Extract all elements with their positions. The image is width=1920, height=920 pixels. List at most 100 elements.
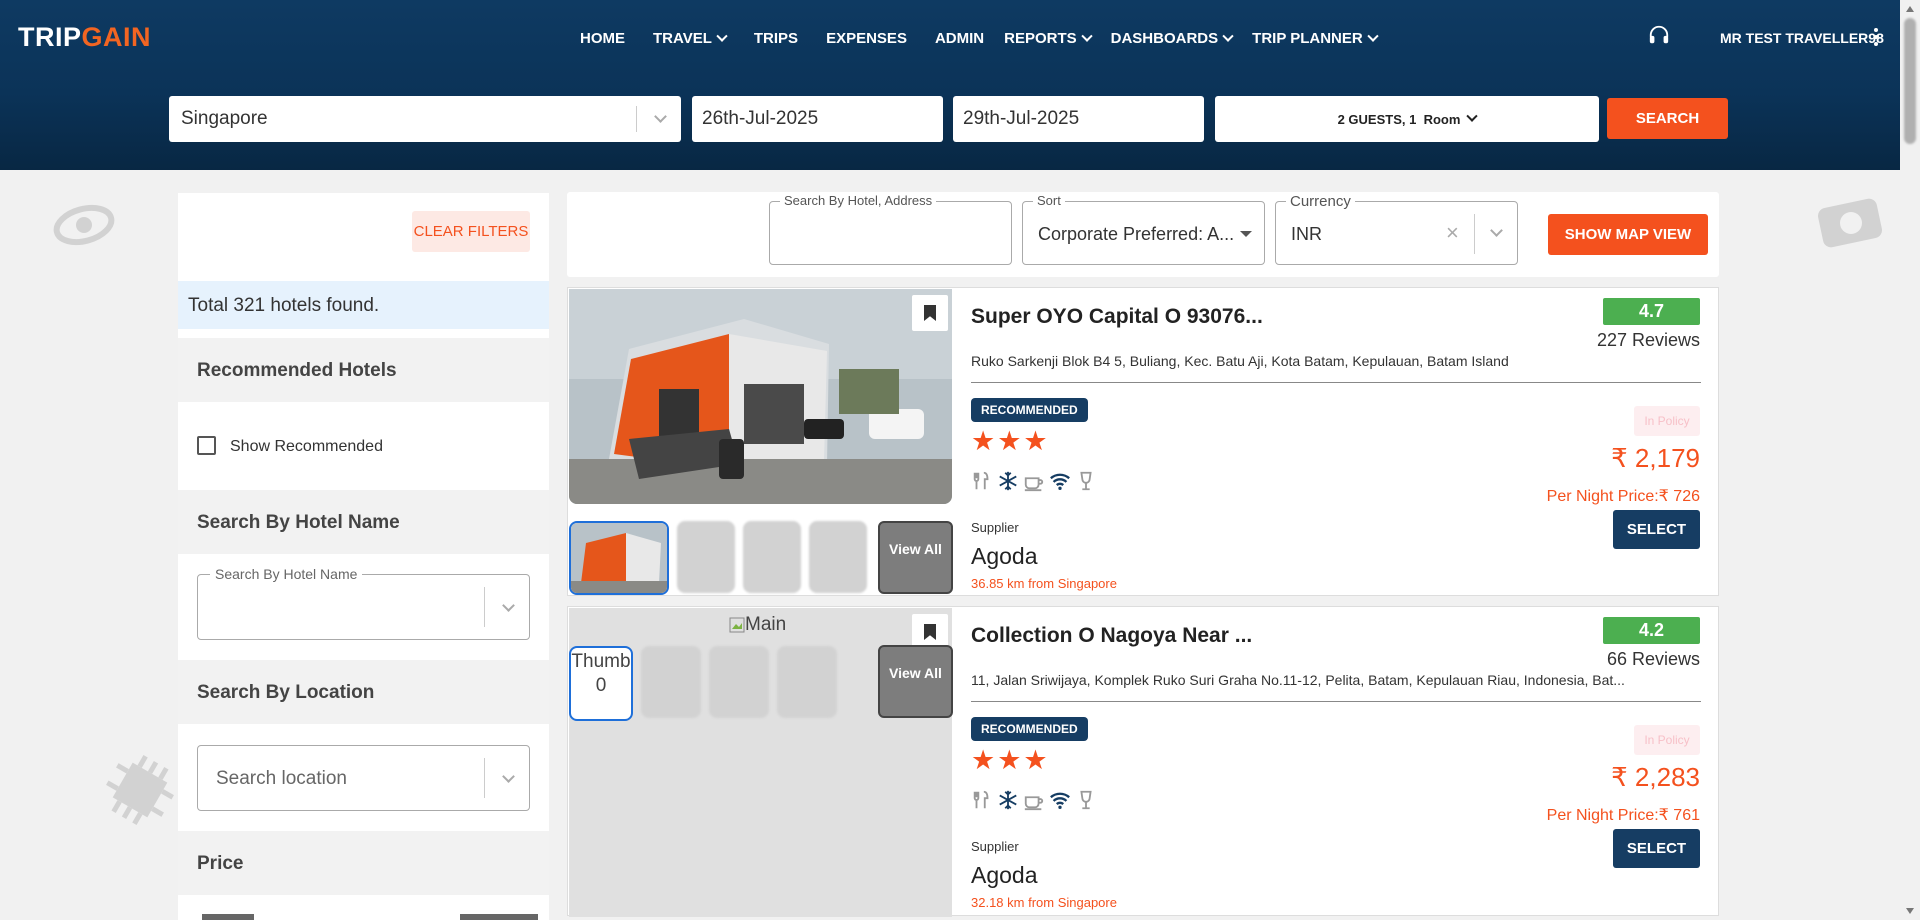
- recommended-section-title: Recommended Hotels: [178, 338, 549, 402]
- wifi-icon: [1050, 792, 1070, 809]
- nav-dashboards[interactable]: DASHBOARDS: [1111, 30, 1234, 47]
- nav-trips[interactable]: TRIPS: [754, 30, 798, 47]
- bar-icon: [1080, 790, 1092, 810]
- rating-badge: 4.2: [1603, 617, 1700, 644]
- supplier-label: Supplier: [971, 520, 1019, 535]
- chevron-down-icon: [654, 110, 667, 123]
- restaurant-icon: [973, 790, 989, 809]
- in-policy-badge: In Policy: [1634, 406, 1700, 436]
- bar-icon: [1080, 471, 1092, 491]
- hotel-name[interactable]: Super OYO Capital O 93076...: [971, 305, 1263, 329]
- thumbnail-0[interactable]: Thumb 0: [569, 646, 633, 721]
- ac-icon: [999, 790, 1017, 810]
- main-image-alt: Main: [729, 614, 786, 636]
- rating-badge: 4.7: [1603, 298, 1700, 325]
- top-header: TRIPGAIN HOME TRAVEL TRIPS EXPENSES ADMI…: [0, 0, 1900, 170]
- supplier-name: Agoda: [971, 543, 1038, 569]
- currency-select[interactable]: Currency INR ×: [1275, 193, 1518, 265]
- coffee-icon: [1024, 477, 1044, 492]
- distance-text: 36.85 km from Singapore: [971, 576, 1117, 591]
- camera-bg-icon: [1817, 198, 1883, 248]
- view-all-photos-button[interactable]: View All: [878, 521, 953, 594]
- divider: [971, 382, 1701, 383]
- nav-travel[interactable]: TRAVEL: [653, 30, 728, 47]
- price-min-handle[interactable]: [202, 914, 254, 920]
- nav-admin[interactable]: ADMIN: [935, 30, 984, 47]
- user-menu[interactable]: MR TEST TRAVELLER98: [1720, 30, 1884, 46]
- chevron-down-icon: [1367, 30, 1379, 42]
- nav-reports[interactable]: REPORTS: [1004, 30, 1093, 47]
- currency-value: INR: [1291, 224, 1322, 244]
- wifi-icon: [1050, 473, 1070, 490]
- sort-select[interactable]: Sort Corporate Preferred: A...: [1022, 193, 1265, 265]
- recommended-badge: RECOMMENDED: [971, 717, 1088, 741]
- ac-icon: [999, 471, 1017, 491]
- select-hotel-button[interactable]: SELECT: [1613, 510, 1700, 549]
- nav-expenses[interactable]: EXPENSES: [826, 30, 907, 47]
- checkout-date-field[interactable]: 29th-Jul-2025: [953, 96, 1204, 142]
- chevron-down-icon: [1466, 110, 1479, 122]
- logo-gain: GAIN: [81, 22, 152, 52]
- thumbnail-strip: [569, 521, 867, 595]
- bookmark-icon[interactable]: [912, 295, 948, 331]
- guests-value: 2 GUESTS, 1: [1337, 111, 1417, 127]
- thumbnail-3[interactable]: [809, 521, 867, 593]
- hotel-name-select[interactable]: Search By Hotel Name: [197, 566, 530, 640]
- divider: [971, 701, 1701, 702]
- headset-icon[interactable]: [1648, 24, 1670, 46]
- hotel-name-section-title: Search By Hotel Name: [178, 490, 549, 554]
- thumbnail-0[interactable]: [569, 521, 669, 595]
- guests-rooms-select[interactable]: 2 GUESTS, 1 Room: [1215, 96, 1599, 142]
- location-section-title: Search By Location: [178, 660, 549, 724]
- thumbnail-1[interactable]: [641, 646, 701, 718]
- star-rating: ★★★: [971, 426, 1050, 456]
- thumbnail-2[interactable]: [743, 521, 801, 593]
- tripgain-logo[interactable]: TRIPGAIN: [18, 22, 151, 53]
- star-rating: ★★★: [971, 745, 1050, 775]
- nav-trip-planner[interactable]: TRIP PLANNER: [1252, 30, 1379, 47]
- total-price: ₹ 2,283: [1611, 762, 1700, 792]
- results-toolbar: Search By Hotel, Address Sort Corporate …: [567, 192, 1719, 277]
- per-night-price: Per Night Price:₹ 761: [1546, 807, 1700, 824]
- thumbnail-1[interactable]: [677, 521, 735, 593]
- checkin-date-field[interactable]: 26th-Jul-2025: [692, 96, 943, 142]
- price-max-handle[interactable]: [460, 914, 538, 920]
- chevron-down-icon: [1490, 224, 1503, 237]
- thumbnail-2[interactable]: [709, 646, 769, 718]
- search-button[interactable]: SEARCH: [1607, 98, 1728, 139]
- hotel-name[interactable]: Collection O Nagoya Near ...: [971, 624, 1252, 648]
- restaurant-icon: [973, 471, 989, 490]
- show-recommended-label: Show Recommended: [230, 438, 383, 455]
- amenities-row: [971, 470, 1097, 492]
- clear-icon[interactable]: ×: [1446, 220, 1459, 246]
- nav-home[interactable]: HOME: [580, 30, 625, 47]
- chip-bg-icon: [106, 755, 174, 825]
- recommended-badge: RECOMMENDED: [971, 398, 1088, 422]
- total-price: ₹ 2,179: [1611, 443, 1700, 473]
- chevron-down-icon: [1080, 30, 1093, 42]
- location-select[interactable]: Search location: [197, 745, 530, 811]
- supplier-label: Supplier: [971, 839, 1019, 854]
- hotel-address-search-input[interactable]: Search By Hotel, Address: [769, 193, 1012, 265]
- distance-text: 32.18 km from Singapore: [971, 895, 1117, 910]
- page-scrollbar[interactable]: [1900, 0, 1920, 920]
- main-nav: HOME TRAVEL TRIPS EXPENSES ADMIN REPORTS…: [580, 30, 1405, 47]
- supplier-name: Agoda: [971, 862, 1038, 888]
- dropdown-arrow-icon: [1240, 231, 1252, 237]
- chevron-down-icon: [502, 770, 515, 783]
- reviews-count: 227 Reviews: [1596, 330, 1700, 350]
- clear-filters-button[interactable]: CLEAR FILTERS: [412, 211, 530, 252]
- hotel-main-image[interactable]: [569, 289, 952, 504]
- show-recommended-checkbox[interactable]: [197, 436, 216, 455]
- show-map-view-button[interactable]: SHOW MAP VIEW: [1548, 214, 1708, 255]
- thumbnail-3[interactable]: [777, 646, 837, 718]
- select-hotel-button[interactable]: SELECT: [1613, 829, 1700, 868]
- kebab-menu-icon[interactable]: [1874, 28, 1878, 49]
- city-select[interactable]: Singapore: [169, 96, 681, 142]
- hotel-address: 11, Jalan Sriwijaya, Komplek Ruko Suri G…: [971, 672, 1625, 688]
- in-policy-badge: In Policy: [1634, 725, 1700, 755]
- amenities-row: [971, 789, 1097, 811]
- filter-sidebar: CLEAR FILTERS Total 321 hotels found. Re…: [178, 193, 549, 920]
- hotel-address: Ruko Sarkenji Blok B4 5, Buliang, Kec. B…: [971, 353, 1509, 369]
- view-all-photos-button[interactable]: View All: [878, 645, 953, 718]
